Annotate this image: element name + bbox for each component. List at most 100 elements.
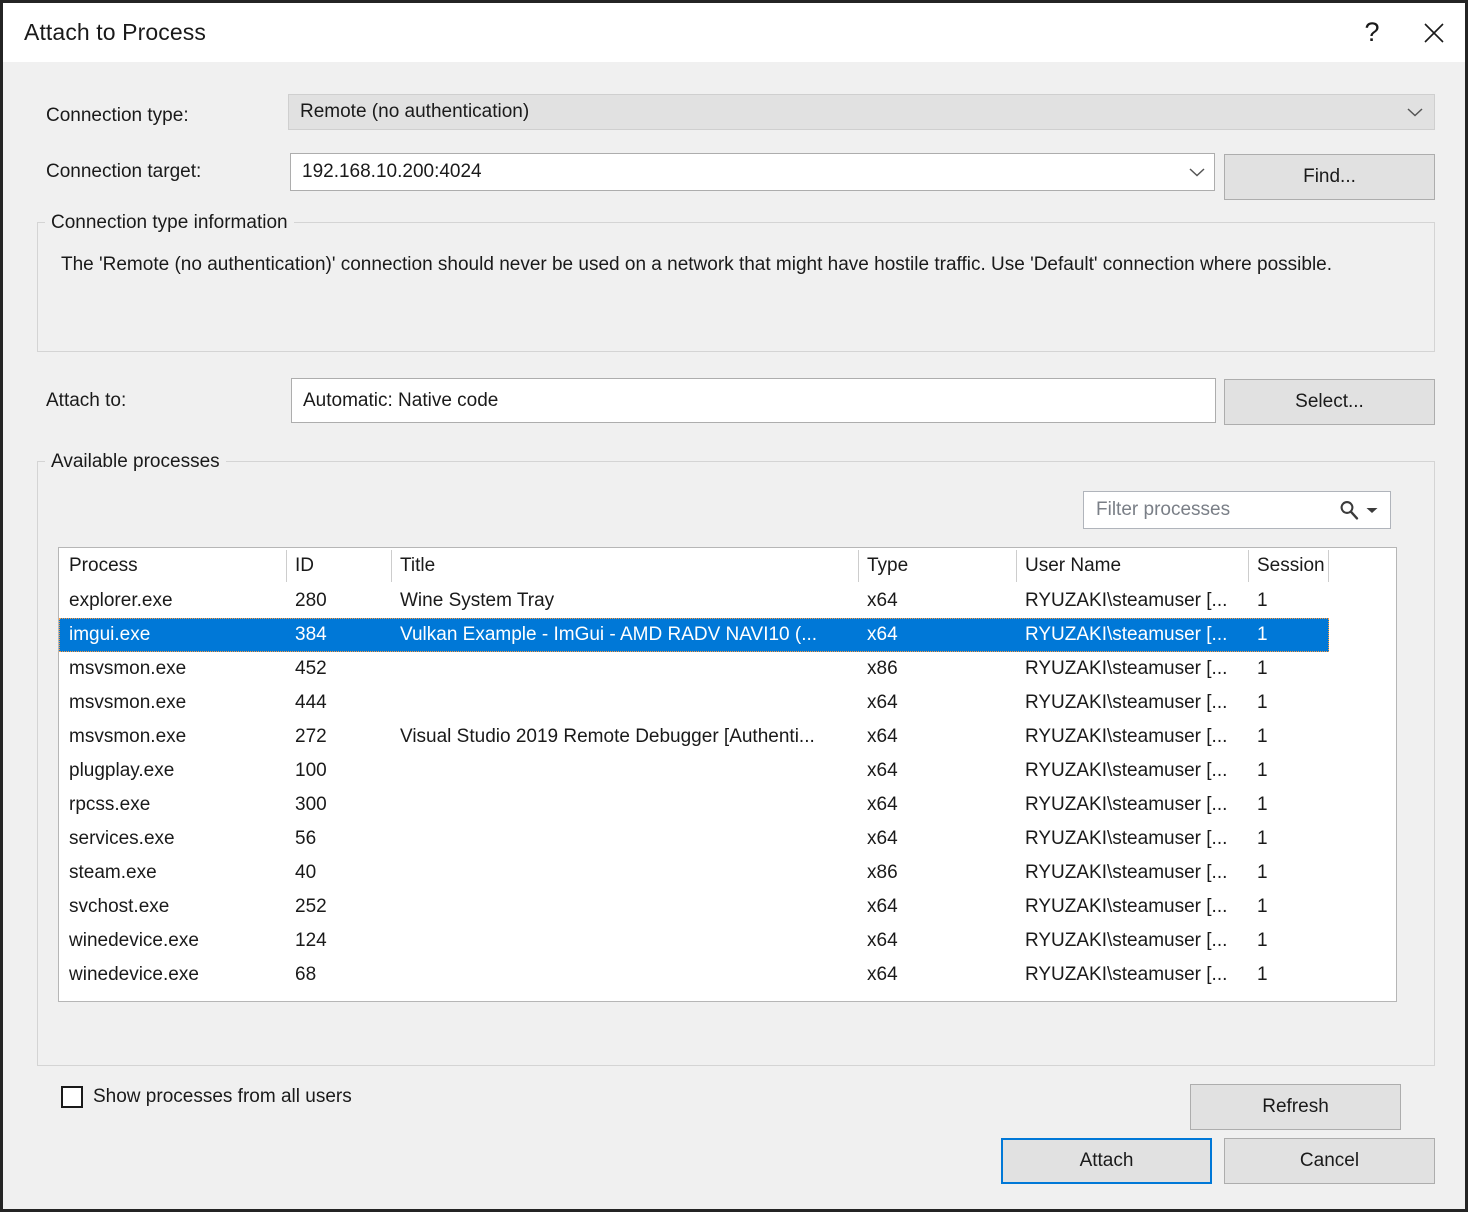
cell-process: services.exe xyxy=(69,828,175,849)
column-header-session[interactable]: Session xyxy=(1257,548,1325,584)
table-row[interactable]: winedevice.exe 124 x64 RYUZAKI\steamuser [.… xyxy=(59,924,1396,958)
cell-title xyxy=(400,754,855,788)
table-row[interactable]: msvsmon.exe 272 Visual Studio 2019 Remote … xyxy=(59,720,1396,754)
cell-type: x64 xyxy=(867,896,898,917)
table-row[interactable]: msvsmon.exe 452 x86 RYUZAKI\steamuser [... 1 xyxy=(59,652,1396,686)
show-all-users-checkbox-row[interactable]: Show processes from all users xyxy=(61,1086,352,1108)
cell-username: RYUZAKI\steamuser [... xyxy=(1025,794,1228,815)
filter-placeholder: Filter processes xyxy=(1096,499,1231,520)
cell-username: RYUZAKI\steamuser [... xyxy=(1025,896,1228,917)
cell-id: 384 xyxy=(295,624,327,645)
attach-to-process-dialog: Attach to Process ? Connection type: Rem… xyxy=(0,0,1468,1212)
cell-type: x64 xyxy=(867,930,898,951)
connection-type-combobox[interactable]: Remote (no authentication) xyxy=(288,94,1435,130)
attach-to-label: Attach to: xyxy=(46,390,127,411)
cancel-button[interactable]: Cancel xyxy=(1224,1138,1435,1184)
table-row[interactable]: plugplay.exe 100 x64 RYUZAKI\steamuser [...… xyxy=(59,754,1396,788)
select-button[interactable]: Select... xyxy=(1224,379,1435,425)
connection-target-combobox[interactable]: 192.168.10.200:4024 xyxy=(290,153,1215,191)
cell-id: 252 xyxy=(295,896,327,917)
search-icon[interactable] xyxy=(1336,499,1362,521)
column-divider[interactable] xyxy=(1328,550,1329,582)
cell-type: x64 xyxy=(867,590,898,611)
cell-id: 272 xyxy=(295,726,327,747)
table-row[interactable]: rpcss.exe 300 x64 RYUZAKI\steamuser [... 1 xyxy=(59,788,1396,822)
connection-type-value: Remote (no authentication) xyxy=(300,101,530,122)
column-divider[interactable] xyxy=(286,550,287,582)
column-header-type[interactable]: Type xyxy=(867,548,908,584)
cell-process: steam.exe xyxy=(69,862,157,883)
dialog-body: Connection type: Remote (no authenticati… xyxy=(3,62,1465,1209)
find-button[interactable]: Find... xyxy=(1224,154,1435,200)
refresh-button[interactable]: Refresh xyxy=(1190,1084,1401,1130)
cell-session: 1 xyxy=(1257,828,1268,849)
cell-session: 1 xyxy=(1257,658,1268,679)
cell-id: 124 xyxy=(295,930,327,951)
process-list[interactable]: Process ID Title Type User Name Session … xyxy=(58,547,1397,1002)
cell-id: 56 xyxy=(295,828,317,849)
cell-session: 1 xyxy=(1257,760,1268,781)
filter-processes-input[interactable]: Filter processes xyxy=(1083,491,1391,529)
connection-target-label: Connection target: xyxy=(46,161,202,182)
close-icon[interactable] xyxy=(1403,3,1465,62)
table-row[interactable]: winedevice.exe 68 x64 RYUZAKI\steamuser [..… xyxy=(59,958,1396,992)
cell-type: x64 xyxy=(867,794,898,815)
cell-type: x64 xyxy=(867,692,898,713)
cell-session: 1 xyxy=(1257,896,1268,917)
cell-type: x64 xyxy=(867,726,898,747)
cell-session: 1 xyxy=(1257,624,1268,645)
cell-process: explorer.exe xyxy=(69,590,173,611)
column-divider[interactable] xyxy=(1016,550,1017,582)
cell-title: Visual Studio 2019 Remote Debugger [Auth… xyxy=(400,726,815,747)
column-header-process[interactable]: Process xyxy=(69,548,138,584)
chevron-down-icon[interactable] xyxy=(1362,505,1382,515)
cell-title xyxy=(400,686,855,720)
cell-title xyxy=(400,890,855,924)
cell-username: RYUZAKI\steamuser [... xyxy=(1025,930,1228,951)
table-row[interactable]: imgui.exe 384 Vulkan Example - ImGui - AMD… xyxy=(59,618,1396,652)
cell-process: msvsmon.exe xyxy=(69,658,187,679)
column-header-id[interactable]: ID xyxy=(295,548,314,584)
column-header-username[interactable]: User Name xyxy=(1025,548,1121,584)
cell-id: 68 xyxy=(295,964,317,985)
cell-process: msvsmon.exe xyxy=(69,692,187,713)
cell-id: 100 xyxy=(295,760,327,781)
connection-info-group-title: Connection type information xyxy=(45,212,294,234)
process-list-rows: explorer.exe 280 Wine System Tray x64 RYUZAK… xyxy=(59,584,1396,992)
cell-process: plugplay.exe xyxy=(69,760,175,781)
cell-username: RYUZAKI\steamuser [... xyxy=(1025,658,1228,679)
table-row[interactable]: svchost.exe 252 x64 RYUZAKI\steamuser [... 1 xyxy=(59,890,1396,924)
column-header-title[interactable]: Title xyxy=(400,548,435,584)
cell-username: RYUZAKI\steamuser [... xyxy=(1025,964,1228,985)
table-row[interactable]: explorer.exe 280 Wine System Tray x64 RYUZAK… xyxy=(59,584,1396,618)
cell-type: x86 xyxy=(867,658,898,679)
cell-title xyxy=(400,822,855,856)
cell-title: Wine System Tray xyxy=(400,590,555,611)
cell-type: x64 xyxy=(867,760,898,781)
cell-id: 300 xyxy=(295,794,327,815)
column-divider[interactable] xyxy=(1248,550,1249,582)
table-row[interactable]: steam.exe 40 x86 RYUZAKI\steamuser [... 1 xyxy=(59,856,1396,890)
cell-title xyxy=(400,856,855,890)
process-list-header: Process ID Title Type User Name Session xyxy=(59,548,1396,584)
cell-username: RYUZAKI\steamuser [... xyxy=(1025,590,1228,611)
table-row[interactable]: services.exe 56 x64 RYUZAKI\steamuser [... 1 xyxy=(59,822,1396,856)
show-all-users-checkbox[interactable] xyxy=(61,1086,83,1108)
chevron-down-icon[interactable] xyxy=(1186,166,1208,178)
cell-title xyxy=(400,652,855,686)
column-divider[interactable] xyxy=(858,550,859,582)
column-divider[interactable] xyxy=(391,550,392,582)
attach-button[interactable]: Attach xyxy=(1001,1138,1212,1184)
cell-process: winedevice.exe xyxy=(69,964,199,985)
cell-type: x64 xyxy=(867,964,898,985)
help-icon[interactable]: ? xyxy=(1341,3,1403,62)
cell-title: Vulkan Example - ImGui - AMD RADV NAVI10… xyxy=(400,624,818,645)
cell-process: winedevice.exe xyxy=(69,930,199,951)
cell-username: RYUZAKI\steamuser [... xyxy=(1025,726,1228,747)
cell-username: RYUZAKI\steamuser [... xyxy=(1025,692,1228,713)
cell-session: 1 xyxy=(1257,964,1268,985)
cell-title xyxy=(400,924,855,958)
show-all-users-label: Show processes from all users xyxy=(93,1086,352,1107)
cell-id: 444 xyxy=(295,692,327,713)
table-row[interactable]: msvsmon.exe 444 x64 RYUZAKI\steamuser [... 1 xyxy=(59,686,1396,720)
